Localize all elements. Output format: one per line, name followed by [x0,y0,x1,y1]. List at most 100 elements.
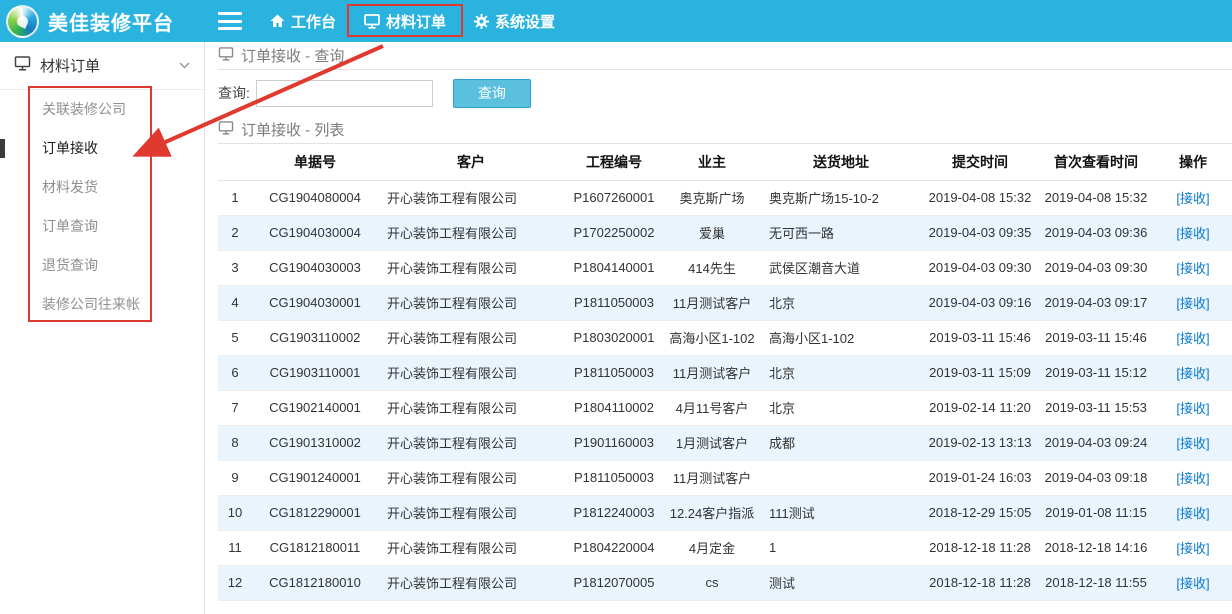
table-cell: P1804110002 [564,390,664,425]
column-header: 操作 [1154,144,1232,180]
table-cell: P1803020001 [564,320,664,355]
table-cell: 11 [218,530,252,565]
receive-link[interactable]: [接收] [1176,401,1209,416]
column-header: 工程编号 [564,144,664,180]
table-cell: 414先生 [664,250,760,285]
table-row: 5CG1903110002开心装饰工程有限公司P1803020001高海小区1-… [218,320,1232,355]
table-cell: 2018-12-29 15:05 [922,495,1038,530]
table-cell-action: [接收] [1154,250,1232,285]
table-cell: 5 [218,320,252,355]
monitor-icon [218,47,234,65]
table-cell-action: [接收] [1154,390,1232,425]
table-cell: 2019-02-14 11:20 [922,390,1038,425]
table-cell: CG1812180010 [252,565,378,600]
monitor-icon [14,56,31,75]
receive-link[interactable]: [接收] [1176,471,1209,486]
table-cell: CG1904080004 [252,180,378,215]
table-row: 4CG1904030001开心装饰工程有限公司P181105000311月测试客… [218,285,1232,320]
sidebar-item-order-query[interactable]: 订单查询 [0,207,204,246]
receive-link[interactable]: [接收] [1176,366,1209,381]
table-cell: 2019-03-11 15:12 [1038,355,1154,390]
table-cell: 4 [218,285,252,320]
section-title: 订单接收 - 查询 [241,45,344,66]
table-cell: 2019-04-03 09:17 [1038,285,1154,320]
table-cell: 奥克斯广场 [664,180,760,215]
table-cell: 2019-02-13 13:13 [922,425,1038,460]
table-cell-action: [接收] [1154,530,1232,565]
receive-link[interactable]: [接收] [1176,296,1209,311]
table-cell: 2018-12-18 11:28 [922,530,1038,565]
receive-link[interactable]: [接收] [1176,506,1209,521]
table-cell: 武侯区潮音大道 [760,250,922,285]
column-header: 首次查看时间 [1038,144,1154,180]
table-cell: 2019-03-11 15:53 [1038,390,1154,425]
receive-link[interactable]: [接收] [1176,436,1209,451]
table-cell: 北京 [760,355,922,390]
table-cell: P1811050003 [564,460,664,495]
table-cell: 爱巢 [664,215,760,250]
receive-link[interactable]: [接收] [1176,541,1209,556]
table-cell: 开心装饰工程有限公司 [378,250,564,285]
table-row: 8CG1901310002开心装饰工程有限公司P19011600031月测试客户… [218,425,1232,460]
receive-link[interactable]: [接收] [1176,191,1209,206]
table-cell: 10 [218,495,252,530]
table-cell: CG1901240001 [252,460,378,495]
table-cell: 2019-03-11 15:09 [922,355,1038,390]
table-cell: 4月定金 [664,530,760,565]
orders-table-head-row: 单据号客户工程编号业主送货地址提交时间首次查看时间操作 [218,144,1232,180]
sidebar: 材料订单 关联装修公司 订单接收 材料发货 订单查询 退货查询 装修公司往来帐 [0,42,205,614]
table-cell: 高海小区1-102 [760,320,922,355]
nav-item-workbench[interactable]: 工作台 [256,0,350,42]
table-cell-action: [接收] [1154,425,1232,460]
table-cell: 4月11号客户 [664,390,760,425]
table-cell-action: [接收] [1154,320,1232,355]
table-cell: 开心装饰工程有限公司 [378,320,564,355]
table-cell: 2019-01-08 11:15 [1038,495,1154,530]
table-row: 12CG1812180010开心装饰工程有限公司P1812070005cs测试2… [218,565,1232,600]
receive-link[interactable]: [接收] [1176,226,1209,241]
sidebar-section-label: 材料订单 [40,55,100,76]
nav-item-label: 材料订单 [386,11,446,32]
nav-item-system-settings[interactable]: 系统设置 [460,0,569,42]
monitor-icon [218,121,234,139]
monitor-icon [364,14,380,29]
table-cell: 开心装饰工程有限公司 [378,530,564,565]
sidebar-item-material-delivery[interactable]: 材料发货 [0,168,204,207]
receive-link[interactable]: [接收] [1176,576,1209,591]
orders-table-body: 1CG1904080004开心装饰工程有限公司P1607260001奥克斯广场奥… [218,180,1232,600]
sidebar-item-order-receive[interactable]: 订单接收 [0,129,204,168]
hamburger-menu-icon[interactable] [218,12,242,30]
table-cell: 3 [218,250,252,285]
brand-logo-icon [6,5,39,38]
orders-table: 单据号客户工程编号业主送货地址提交时间首次查看时间操作 1CG190408000… [218,144,1232,601]
table-cell-action: [接收] [1154,460,1232,495]
nav-item-material-orders[interactable]: 材料订单 [350,0,460,42]
nav-item-label: 系统设置 [495,11,555,32]
table-cell: CG1904030004 [252,215,378,250]
table-row: 10CG1812290001开心装饰工程有限公司P181224000312.24… [218,495,1232,530]
main-content: 订单接收 - 查询 查询: 查询 订单接收 - 列表 单据号客户工程编号业主送货… [205,42,1232,614]
table-cell: 2019-03-11 15:46 [922,320,1038,355]
query-button[interactable]: 查询 [453,79,531,108]
sidebar-section-material-orders[interactable]: 材料订单 [0,42,204,90]
column-header: 客户 [378,144,564,180]
table-row: 1CG1904080004开心装饰工程有限公司P1607260001奥克斯广场奥… [218,180,1232,215]
query-input[interactable] [256,80,433,107]
table-cell: 开心装饰工程有限公司 [378,495,564,530]
table-cell: 12 [218,565,252,600]
receive-link[interactable]: [接收] [1176,261,1209,276]
sidebar-item-return-query[interactable]: 退货查询 [0,246,204,285]
table-cell: 9 [218,460,252,495]
table-cell: CG1903110001 [252,355,378,390]
sidebar-item-linked-companies[interactable]: 关联装修公司 [0,90,204,129]
table-cell: 测试 [760,565,922,600]
nav-item-label: 工作台 [291,11,336,32]
table-cell: 2 [218,215,252,250]
table-cell-action: [接收] [1154,285,1232,320]
column-header: 业主 [664,144,760,180]
top-nav: 工作台 材料订单 系统设置 [256,0,569,42]
table-cell: P1804140001 [564,250,664,285]
table-cell: 开心装饰工程有限公司 [378,565,564,600]
receive-link[interactable]: [接收] [1176,331,1209,346]
sidebar-item-company-accounts[interactable]: 装修公司往来帐 [0,285,204,324]
